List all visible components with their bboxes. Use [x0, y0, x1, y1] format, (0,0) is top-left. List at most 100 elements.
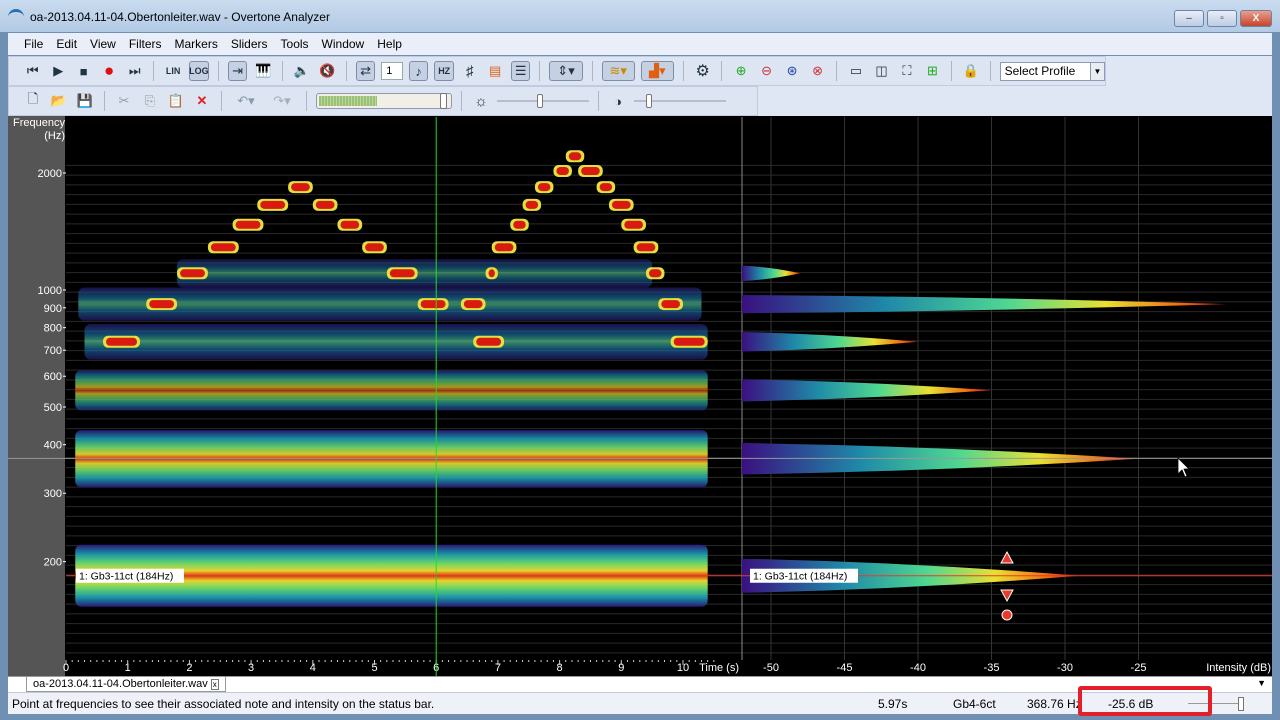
record-icon[interactable]: ●	[99, 61, 118, 81]
overtone-note	[673, 337, 705, 346]
divider	[345, 61, 347, 81]
menu-markers[interactable]: Markers	[175, 37, 218, 51]
x-axis-strip	[66, 660, 1272, 676]
profile-select-label: Select Profile	[1004, 63, 1076, 78]
zoom-in-icon[interactable]: ⊕	[731, 61, 750, 81]
hz-button[interactable]: HZ	[434, 61, 454, 81]
menu-file[interactable]: File	[24, 37, 43, 51]
y-tick-label: 500	[44, 402, 62, 414]
menu-tools[interactable]: Tools	[281, 37, 309, 51]
color-bars-icon[interactable]: ▤	[485, 61, 504, 81]
overtone-note	[180, 269, 205, 278]
loop-icon[interactable]: ⇄	[355, 61, 376, 81]
zoom-reset-icon[interactable]: ⊗	[808, 61, 827, 81]
contrast-knob[interactable]	[646, 94, 652, 108]
close-button[interactable]: X	[1240, 10, 1272, 27]
divider	[836, 61, 838, 81]
overtone-note	[315, 200, 335, 209]
spectrum-icon[interactable]: ▟▾	[640, 61, 674, 81]
intensity-tick-label: -45	[837, 662, 853, 674]
intensity-tick-label: -50	[763, 662, 779, 674]
add-view-icon[interactable]: ⊞	[923, 61, 942, 81]
save-icon[interactable]: 💾	[75, 91, 95, 111]
overtone-note	[513, 220, 526, 229]
secondary-toolbar: 🗋 📂 💾 ✂ ⎘ 📋 ✕ ↶▾ ↷▾ ☼ ◑	[8, 86, 758, 116]
document-tab[interactable]: oa-2013.04.11-04.Obertonleiter.wav x	[26, 677, 226, 692]
maximize-button[interactable]: ▫	[1207, 10, 1237, 27]
fullscreen-icon[interactable]: ⛶	[897, 61, 916, 81]
overtone-note	[210, 243, 236, 252]
menu-edit[interactable]: Edit	[56, 37, 77, 51]
paste-icon[interactable]: 📋	[166, 91, 186, 111]
overtone-note	[556, 166, 569, 175]
profile-select[interactable]: Select Profile ▼	[999, 61, 1105, 81]
tab-list-chevron-icon[interactable]: ▼	[1257, 678, 1266, 688]
settings-gear-icon[interactable]: ⚙	[693, 61, 712, 81]
menu-sliders[interactable]: Sliders	[231, 37, 268, 51]
overtone-note	[648, 269, 662, 278]
zoom-out-icon[interactable]: ⊖	[757, 61, 776, 81]
skip-forward-icon[interactable]: ⏭	[125, 61, 144, 81]
intensity-tick-label: -35	[984, 662, 1000, 674]
main-toolbar: ⏮ ▶ ■ ● ⏭ LIN LOG ⇥ 🎹 🔈 🔇 ⇄ 1 ♪ HZ ♯ ▤ ☰…	[8, 56, 1106, 86]
spectrogram-chart[interactable]: 2000100090080070060050040030020001234567…	[8, 116, 1272, 676]
divider	[461, 91, 462, 111]
y-tick-label: 200	[44, 557, 62, 569]
overtone-note	[494, 243, 514, 252]
divider	[591, 61, 593, 81]
volume-slider[interactable]	[316, 93, 452, 109]
lin-scale-button[interactable]: LIN	[163, 61, 182, 81]
harmonic-band	[84, 323, 708, 360]
menu-window[interactable]: Window	[322, 37, 365, 51]
split-view-icon[interactable]: ⇥	[227, 61, 248, 81]
contrast-icon: ◑	[614, 93, 622, 109]
step-spinner[interactable]: 1	[381, 62, 403, 80]
play-icon[interactable]: ▶	[48, 61, 67, 81]
skip-back-icon[interactable]: ⏮	[23, 61, 42, 81]
title-bar: oa-2013.04.11-04.Obertonleiter.wav - Ove…	[0, 0, 1280, 32]
open-folder-icon[interactable]: 📂	[49, 91, 69, 111]
redo-icon[interactable]: ↷▾	[267, 91, 297, 111]
log-scale-button[interactable]: LOG	[188, 61, 209, 81]
note-icon[interactable]: ♪	[408, 61, 429, 81]
cut-icon[interactable]: ✂	[114, 91, 134, 111]
lock-icon[interactable]: 🔒	[961, 61, 980, 81]
overtone-note	[291, 183, 310, 192]
layout-vertical-icon[interactable]: ◫	[872, 61, 891, 81]
intensity-tick-label: -40	[910, 662, 926, 674]
menu-help[interactable]: Help	[377, 37, 402, 51]
chevron-down-icon: ▼	[1089, 62, 1104, 80]
overtone-note	[581, 166, 600, 175]
status-zoom-knob[interactable]	[1238, 697, 1244, 711]
delete-icon[interactable]: ✕	[192, 91, 212, 111]
volume-level	[319, 96, 377, 106]
copy-icon[interactable]: ⎘	[140, 91, 160, 111]
menu-filters[interactable]: Filters	[129, 37, 162, 51]
undo-icon[interactable]: ↶▾	[231, 91, 261, 111]
minimize-button[interactable]: –	[1174, 10, 1204, 27]
stop-icon[interactable]: ■	[74, 61, 93, 81]
piano-icon[interactable]: 🎹	[253, 61, 272, 81]
menu-view[interactable]: View	[90, 37, 116, 51]
menu-bar: File Edit View Filters Markers Sliders T…	[8, 33, 1272, 55]
tab-close-icon[interactable]: x	[210, 679, 219, 690]
zoom-fit-icon[interactable]: ⊛	[782, 61, 801, 81]
spectrogram-view[interactable]: 2000100090080070060050040030020001234567…	[8, 116, 1272, 676]
new-file-icon[interactable]: 🗋	[23, 91, 43, 111]
zoom-freq-icon[interactable]: ⇕▾	[549, 61, 583, 81]
divider	[951, 61, 953, 81]
x-axis-title: Time (s)	[699, 662, 739, 674]
marker-delete-dot-icon[interactable]	[1001, 609, 1013, 621]
layout-horizontal-icon[interactable]: ▭	[846, 61, 865, 81]
contrast-slider[interactable]	[634, 94, 726, 108]
speaker-icon[interactable]: 🔈	[292, 61, 311, 81]
overtone-note	[537, 183, 551, 192]
overtone-note	[463, 300, 483, 309]
sharp-button[interactable]: ♯	[460, 61, 479, 81]
grid-lines-icon[interactable]: ☰	[510, 61, 531, 81]
mute-icon[interactable]: 🔇	[317, 61, 336, 81]
volume-knob[interactable]	[440, 93, 447, 109]
brightness-knob[interactable]	[537, 94, 543, 108]
brightness-slider[interactable]	[497, 94, 589, 108]
spectrogram-palette-icon[interactable]: ≋▾	[601, 61, 635, 81]
